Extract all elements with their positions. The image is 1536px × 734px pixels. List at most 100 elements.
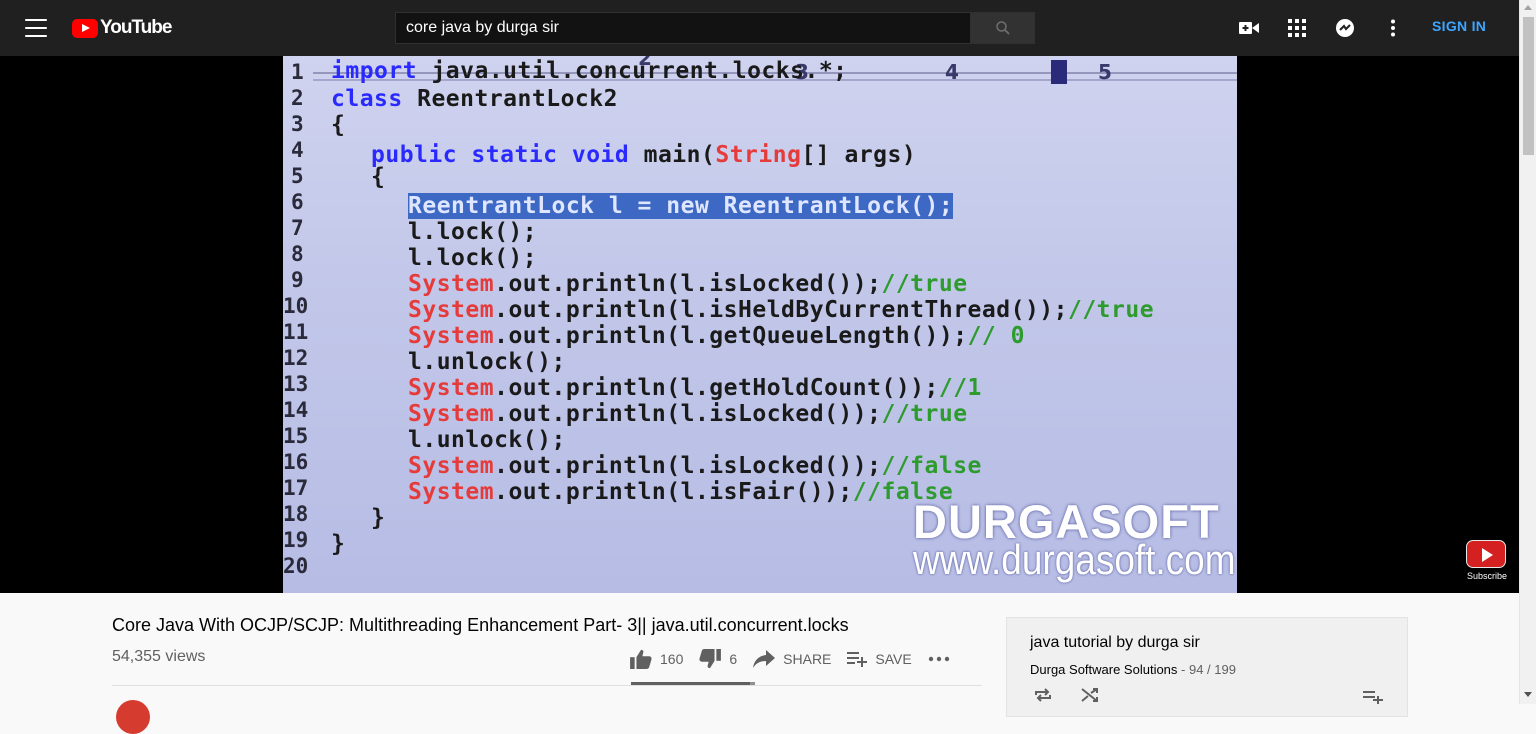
ruler-number: 5 — [1098, 60, 1112, 84]
code-line: public static void main(String[] args) — [371, 142, 916, 168]
playlist-title[interactable]: java tutorial by durga sir — [1030, 634, 1200, 652]
line-number-gutter: 1 2 3 4 5 6 7 8 9 10 11 12 13 14 15 16 1… — [283, 56, 317, 593]
code-line: class ReentrantLock2 — [331, 86, 618, 112]
playlist-separator: - — [1177, 662, 1189, 677]
scroll-down-arrow-icon[interactable] — [1524, 692, 1532, 697]
line-number: 14 — [283, 398, 309, 422]
more-horiz-icon — [928, 656, 949, 662]
code-line: import java.util.concurrent.locks.*; — [331, 58, 848, 84]
shuffle-icon[interactable] — [1081, 688, 1099, 702]
code-class: System — [408, 271, 495, 297]
code-line: System.out.println(l.getHoldCount());//1 — [408, 375, 982, 401]
playlist-controls — [1033, 688, 1099, 702]
code-line: { — [371, 164, 386, 190]
video-player[interactable]: 2 3 4 5 1 2 3 4 5 6 7 8 9 10 11 12 13 14… — [0, 56, 1519, 593]
like-count: 160 — [660, 651, 684, 667]
youtube-play-icon — [1466, 540, 1506, 568]
code-line: System.out.println(l.isHeldByCurrentThre… — [408, 297, 1154, 323]
like-button[interactable]: 160 — [630, 649, 683, 669]
scroll-up-arrow-icon[interactable] — [1524, 5, 1532, 10]
subscribe-watermark-button[interactable]: Subscribe — [1466, 540, 1508, 581]
code-class: String — [715, 142, 802, 168]
playlist-position: 94 / 199 — [1188, 662, 1236, 677]
playlist-panel: java tutorial by durga sir Durga Softwar… — [1006, 617, 1408, 717]
code-text: .out.println(l.getHoldCount()); — [494, 375, 939, 401]
playlist-subtitle: Durga Software Solutions - 94 / 199 — [1030, 662, 1236, 677]
more-vert-icon[interactable] — [1381, 16, 1405, 40]
line-number: 10 — [283, 294, 309, 318]
dislike-count: 6 — [729, 651, 738, 667]
line-number: 2 — [291, 86, 304, 110]
code-class: System — [408, 453, 495, 479]
line-number: 6 — [291, 190, 304, 214]
line-number: 19 — [283, 528, 309, 552]
code-line: } — [371, 505, 386, 531]
page-scrollbar[interactable] — [1519, 0, 1536, 704]
code-comment: //true — [1067, 297, 1155, 323]
code-line: l.lock(); — [408, 245, 538, 271]
channel-avatar[interactable] — [116, 700, 150, 734]
code-keyword: class — [331, 86, 403, 112]
code-comment: //true — [881, 271, 968, 297]
code-text: .out.println(l.isLocked()); — [494, 453, 882, 479]
line-number: 3 — [291, 112, 304, 136]
code-class: System — [408, 479, 495, 505]
code-text: java.util.concurrent.locks.*; — [417, 58, 848, 84]
messages-icon[interactable] — [1333, 16, 1357, 40]
code-comment: //true — [881, 401, 968, 427]
line-number: 11 — [283, 320, 309, 344]
watermark-url: www.durgasoft.com — [913, 536, 1236, 583]
code-comment: //false — [881, 453, 982, 479]
youtube-play-icon — [72, 18, 98, 38]
sign-in-button[interactable]: SIGN IN — [1432, 18, 1486, 34]
code-line: { — [331, 112, 346, 138]
share-icon — [753, 650, 776, 668]
code-keyword: import — [331, 58, 418, 84]
apps-icon[interactable] — [1285, 16, 1309, 40]
code-text: .out.println(l.isLocked()); — [494, 271, 882, 297]
line-number: 15 — [283, 424, 309, 448]
playlist-add-icon[interactable] — [1363, 690, 1383, 704]
code-text: [] args) — [801, 142, 917, 168]
playlist-add-icon — [847, 652, 868, 667]
code-class: System — [408, 401, 495, 427]
code-text: main( — [629, 142, 716, 168]
video-frame[interactable]: 2 3 4 5 1 2 3 4 5 6 7 8 9 10 11 12 13 14… — [283, 56, 1237, 593]
code-line: System.out.println(l.getQueueLength());/… — [408, 323, 1025, 349]
code-text: .out.println(l.isHeldByCurrentThread()); — [494, 297, 1068, 323]
search-button[interactable] — [971, 12, 1035, 44]
code-text: .out.println(l.isLocked()); — [494, 401, 882, 427]
code-line: l.lock(); — [408, 219, 538, 245]
code-text: ReentrantLock2 — [402, 86, 618, 112]
line-number: 1 — [291, 60, 304, 84]
share-button[interactable]: SHARE — [753, 650, 831, 668]
save-button[interactable]: SAVE — [847, 651, 912, 667]
code-line-selected: ReentrantLock l = new ReentrantLock(); — [408, 193, 954, 219]
code-line: System.out.println(l.isFair());//false — [408, 479, 953, 505]
scrollbar-thumb[interactable] — [1523, 17, 1534, 155]
more-actions-button[interactable] — [928, 656, 958, 662]
line-number: 12 — [283, 346, 309, 370]
loop-icon[interactable] — [1033, 688, 1053, 702]
code-line: l.unlock(); — [408, 349, 566, 375]
search-input[interactable] — [395, 12, 971, 44]
code-line: System.out.println(l.isLocked());//false — [408, 453, 982, 479]
dislike-button[interactable]: 6 — [699, 649, 737, 669]
masthead: YouTube SIGN IN — [0, 0, 1536, 56]
thumb-down-icon — [699, 649, 722, 669]
youtube-logo[interactable]: YouTube — [72, 17, 172, 39]
code-comment: //1 — [938, 375, 982, 401]
code-line: System.out.println(l.isLocked());//true — [408, 401, 968, 427]
video-actions: 160 6 SHARE SAVE — [630, 645, 974, 673]
playlist-channel[interactable]: Durga Software Solutions — [1030, 662, 1177, 677]
line-number: 13 — [283, 372, 309, 396]
line-number: 9 — [291, 268, 304, 292]
code-class: System — [408, 297, 495, 323]
code-comment: // 0 — [967, 323, 1025, 349]
create-video-icon[interactable] — [1237, 16, 1261, 40]
line-number: 20 — [283, 554, 309, 578]
line-number: 18 — [283, 502, 309, 526]
menu-icon[interactable] — [22, 16, 50, 40]
code-line: l.unlock(); — [408, 427, 566, 453]
line-number: 17 — [283, 476, 309, 500]
